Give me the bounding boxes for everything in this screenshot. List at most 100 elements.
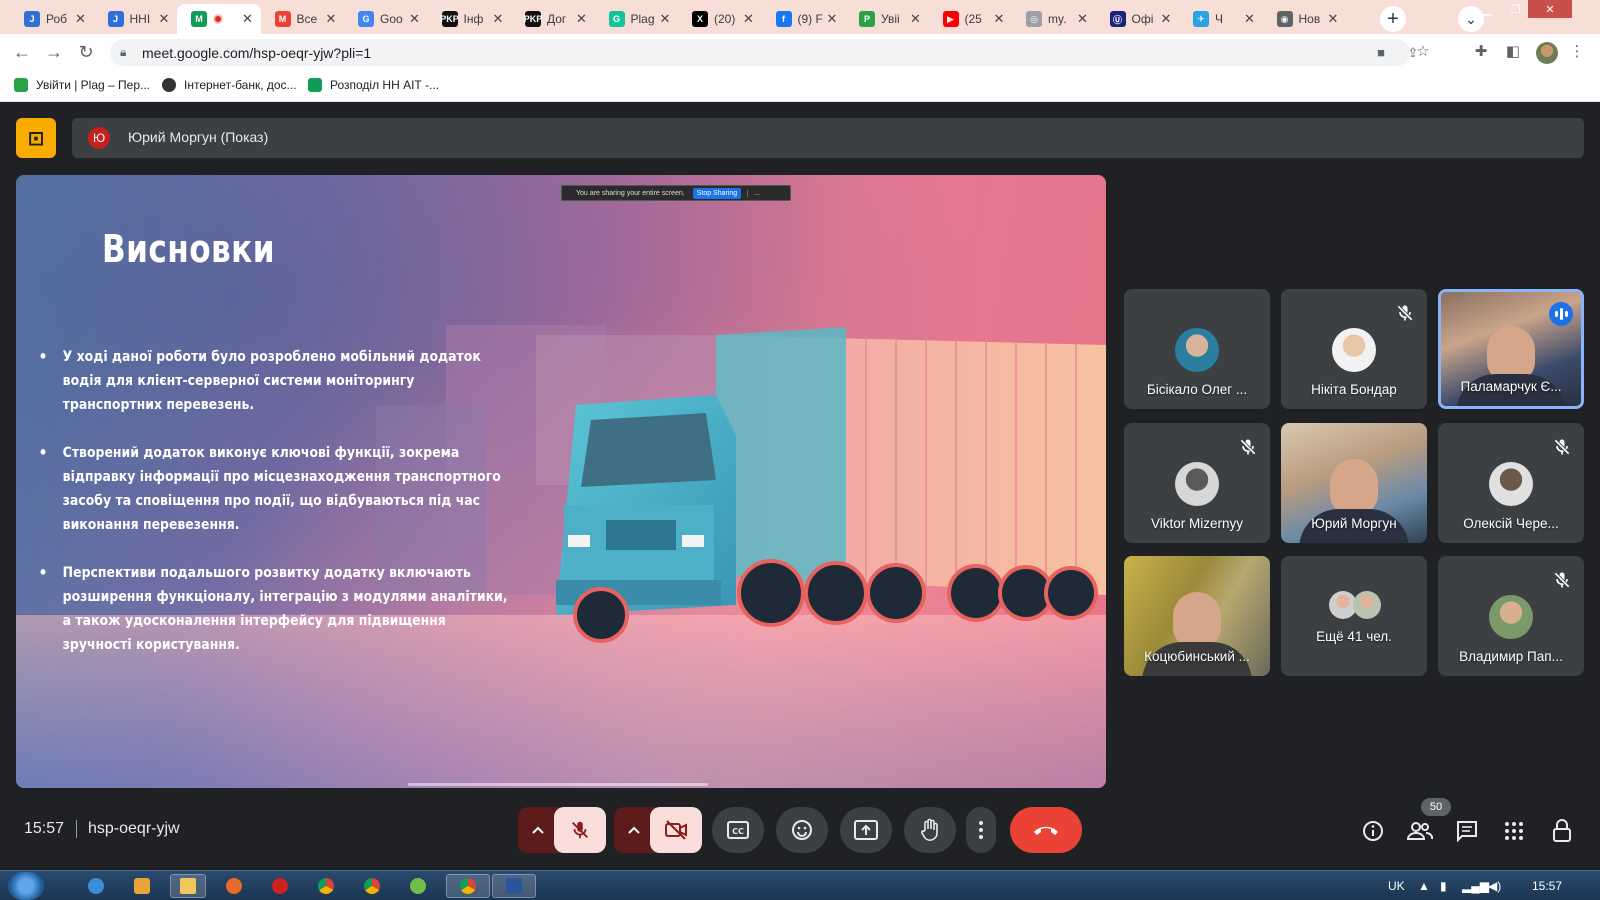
browser-tab[interactable]: J Роб ✕ xyxy=(10,4,94,34)
more-options-button[interactable] xyxy=(966,807,996,853)
close-tab-icon[interactable]: ✕ xyxy=(491,11,505,27)
taskbar-opera-icon[interactable] xyxy=(262,874,298,898)
taskbar-chrome-icon[interactable] xyxy=(354,874,390,898)
close-tab-icon[interactable]: ✕ xyxy=(742,11,756,27)
input-language-indicator[interactable]: UK xyxy=(1388,879,1405,893)
participant-tile[interactable]: Юрий Моргун xyxy=(1281,423,1427,543)
browser-tab[interactable]: PKP Інф ✕ xyxy=(428,4,512,34)
close-window-button[interactable]: ✕ xyxy=(1528,0,1572,18)
slide-bullets: У ході даної роботи було розроблено мобі… xyxy=(30,345,590,681)
close-tab-icon[interactable]: ✕ xyxy=(1326,11,1340,27)
activities-button[interactable] xyxy=(1501,818,1527,844)
chat-button[interactable] xyxy=(1454,818,1480,844)
taskbar-chrome-alt-icon[interactable] xyxy=(308,874,344,898)
browser-tab[interactable]: PKP Дог ✕ xyxy=(511,4,595,34)
participant-tile[interactable]: Владимир Пап... xyxy=(1438,556,1584,676)
participant-tile[interactable]: Viktor Mizernyy xyxy=(1124,423,1270,543)
side-panel-icon[interactable]: ◧ xyxy=(1504,43,1522,61)
minimize-window-button[interactable]: ▁ xyxy=(1470,0,1504,18)
browser-menu-icon[interactable]: ⋮ xyxy=(1568,43,1586,61)
participant-count-badge: 50 xyxy=(1421,798,1451,816)
close-tab-icon[interactable]: ✕ xyxy=(1159,11,1173,27)
browser-tab[interactable]: ✈ Ч ✕ xyxy=(1179,4,1263,34)
present-screen-button[interactable] xyxy=(840,807,892,853)
participant-tile[interactable]: Олексій Чере... xyxy=(1438,423,1584,543)
camera-blocked-icon[interactable]: ■ xyxy=(1372,45,1390,61)
lock-icon: 🔒︎ xyxy=(120,45,127,59)
close-tab-icon[interactable]: ✕ xyxy=(157,11,171,27)
taskbar-clock[interactable]: 15:57 xyxy=(1532,879,1562,893)
mic-options-chevron-icon[interactable] xyxy=(528,820,548,840)
browser-tab[interactable]: M Все ✕ xyxy=(261,4,345,34)
participant-tile[interactable]: Нікіта Бондар xyxy=(1281,289,1427,409)
back-button[interactable]: ← xyxy=(12,42,32,62)
browser-tab[interactable]: G Goo ✕ xyxy=(344,4,428,34)
browser-tab[interactable]: J ННІ ✕ xyxy=(94,4,178,34)
hide-banner-button[interactable]: ... xyxy=(747,189,760,197)
tray-volume-icon[interactable]: ◀) xyxy=(1488,879,1501,893)
close-tab-icon[interactable]: ✕ xyxy=(324,11,338,27)
browser-tab[interactable]: X (20) ✕ xyxy=(678,4,762,34)
forward-button[interactable]: → xyxy=(44,42,64,62)
taskbar-chrome-active-icon[interactable] xyxy=(446,874,490,898)
tray-expand-icon[interactable]: ▲ xyxy=(1418,879,1430,893)
browser-tab[interactable]: Ⓤ Офі ✕ xyxy=(1096,4,1180,34)
slide-scrollbar[interactable] xyxy=(408,783,708,786)
taskbar-firefox-icon[interactable] xyxy=(216,874,252,898)
taskbar-ie-icon[interactable] xyxy=(78,874,114,898)
bookmark-star-icon[interactable]: ☆ xyxy=(1414,43,1432,61)
participant-tile[interactable]: Ещё 41 чел. xyxy=(1281,556,1427,676)
tray-network-icon[interactable]: ▮ xyxy=(1440,879,1447,893)
close-tab-icon[interactable]: ✕ xyxy=(74,11,88,27)
browser-tab[interactable]: P Увіі ✕ xyxy=(845,4,929,34)
stop-sharing-button[interactable]: Stop Sharing xyxy=(692,187,742,199)
browser-tab[interactable]: M ✕ xyxy=(177,4,261,34)
participant-tile[interactable]: Коцюбинський ... xyxy=(1124,556,1270,676)
host-controls-button[interactable] xyxy=(1549,818,1575,844)
meeting-info-button[interactable] xyxy=(1360,818,1386,844)
bookmark-item[interactable]: Інтернет-банк, дос... xyxy=(162,78,297,92)
camera-options-chevron-icon[interactable] xyxy=(624,820,644,840)
bank24-icon xyxy=(162,78,176,92)
close-tab-icon[interactable]: ✕ xyxy=(1076,11,1090,27)
close-tab-icon[interactable]: ✕ xyxy=(825,11,839,27)
extensions-puzzle-icon[interactable]: ✚ xyxy=(1472,43,1490,61)
participant-tile[interactable]: Паламарчук Є... xyxy=(1438,289,1584,409)
browser-tab[interactable]: ◉ Нов ✕ xyxy=(1263,4,1347,34)
tab-title: ННІ xyxy=(129,12,151,26)
camera-off-icon xyxy=(665,820,687,840)
taskbar-word-icon[interactable] xyxy=(492,874,536,898)
close-tab-icon[interactable]: ✕ xyxy=(992,11,1006,27)
close-tab-icon[interactable]: ✕ xyxy=(1243,11,1257,27)
new-tab-button[interactable]: + xyxy=(1380,6,1406,32)
close-tab-icon[interactable]: ✕ xyxy=(909,11,923,27)
camera-toggle-button[interactable] xyxy=(650,807,702,853)
people-button[interactable] xyxy=(1407,818,1433,844)
taskbar-explorer-icon[interactable] xyxy=(170,874,206,898)
reload-button[interactable]: ↻ xyxy=(76,42,96,62)
browser-tab[interactable]: f (9) F ✕ xyxy=(762,4,846,34)
leave-call-button[interactable] xyxy=(1010,807,1082,853)
captions-button[interactable]: CC xyxy=(712,807,764,853)
close-tab-icon[interactable]: ✕ xyxy=(575,11,589,27)
bookmark-item[interactable]: Розподіл НН АІТ -... xyxy=(308,78,439,92)
bookmark-item[interactable]: Увійти | Plag – Пер... xyxy=(14,78,150,92)
taskbar-media-player-icon[interactable] xyxy=(124,874,160,898)
participant-tile[interactable]: Бісікало Олег ... xyxy=(1124,289,1270,409)
reactions-button[interactable] xyxy=(776,807,828,853)
taskbar-eye-app-icon[interactable] xyxy=(400,874,436,898)
browser-tab[interactable]: ◎ my. ✕ xyxy=(1012,4,1096,34)
browser-tab[interactable]: ▶ (25 ✕ xyxy=(929,4,1013,34)
browser-tab[interactable]: G Plag ✕ xyxy=(595,4,679,34)
close-tab-icon[interactable]: ✕ xyxy=(408,11,422,27)
profile-avatar[interactable] xyxy=(1536,42,1558,64)
restore-window-button[interactable]: ❐ xyxy=(1504,0,1528,18)
bookmark-label: Розподіл НН АІТ -... xyxy=(330,78,440,92)
mic-toggle-button[interactable] xyxy=(554,807,606,853)
close-tab-icon[interactable]: ✕ xyxy=(658,11,672,27)
close-tab-icon[interactable]: ✕ xyxy=(241,11,255,27)
windows-start-button[interactable] xyxy=(8,872,44,900)
address-bar[interactable]: 🔒︎ meet.google.com/hsp-oeqr-yjw?pli=1 ■ … xyxy=(110,39,1418,66)
tray-signal-icon[interactable]: ▂▄▆ xyxy=(1462,879,1489,893)
raise-hand-button[interactable] xyxy=(904,807,956,853)
